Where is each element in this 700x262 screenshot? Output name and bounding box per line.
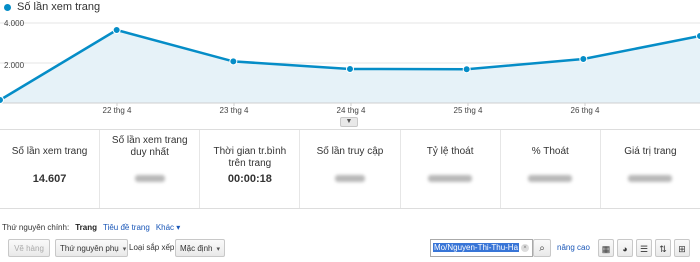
x-tick-label: 24 thg 4: [336, 106, 366, 115]
redacted-value: [134, 175, 165, 182]
x-tick-label: 22 thg 4: [102, 106, 132, 115]
data-point[interactable]: [696, 32, 700, 40]
search-input-value: Mo/Nguyen-Thi-Thu-Ha: [433, 243, 520, 252]
metric-page-value[interactable]: Giá trị trang: [601, 130, 700, 208]
chart-svg: [0, 22, 700, 106]
y-tick-label: 2.000: [4, 61, 25, 70]
data-point[interactable]: [579, 55, 588, 63]
metric-value-redacted: [300, 173, 399, 185]
chevron-down-icon: ▾: [216, 246, 220, 253]
data-point[interactable]: [0, 96, 4, 104]
metric-value-redacted: [601, 173, 700, 185]
metric-label: Số lần truy cập: [316, 146, 384, 157]
x-tick-label: 26 thg 4: [570, 106, 600, 115]
line-chart: Số lần xem trang 4.000 2.000 22 thg 4 23…: [0, 0, 700, 120]
chevron-down-icon: ▾: [176, 223, 181, 232]
data-point[interactable]: [229, 57, 238, 66]
bar-list-icon: ☰: [639, 244, 649, 254]
redacted-value: [628, 175, 673, 182]
x-tick-label: 23 thg 4: [219, 106, 249, 115]
metric-avg-time-on-page[interactable]: Thời gian tr.bình trên trang 00:00:18: [200, 130, 301, 208]
search-button[interactable]: ⌕: [533, 239, 551, 257]
legend-dot-icon: [4, 3, 11, 11]
metric-label: Thời gian tr.bình trên trang: [213, 146, 287, 169]
legend-label: Số lần xem trang: [17, 1, 101, 13]
sort-type-value: Mặc định: [180, 244, 213, 253]
redacted-value: [528, 175, 573, 182]
metrics-summary: Số lần xem trang 14.607 Số lần xem trang…: [0, 129, 700, 209]
metric-label: Số lần xem trang duy nhất: [111, 135, 188, 158]
metric-visits[interactable]: Số lần truy cập: [300, 130, 401, 208]
metric-bounce-rate[interactable]: Tỷ lệ thoát: [401, 130, 501, 208]
percentage-pie-view-button[interactable]: ◕: [617, 239, 633, 257]
metric-value-redacted: [501, 173, 600, 185]
search-icon: ⌕: [539, 243, 545, 254]
redacted-value: [428, 175, 473, 182]
pie-chart-icon: ◕: [622, 244, 628, 254]
metric-label: % Thoát: [531, 146, 569, 157]
advanced-filter-link[interactable]: nâng cao: [557, 243, 590, 252]
metric-label: Tỷ lệ thoát: [426, 146, 474, 157]
metric-pageviews[interactable]: Số lần xem trang 14.607: [0, 130, 101, 208]
chart-collapse-handle[interactable]: ▼: [340, 117, 358, 127]
dimension-option-page-title[interactable]: Tiêu đề trang: [103, 223, 150, 232]
table-search-input[interactable]: Mo/Nguyen-Thi-Thu-Ha ×: [430, 239, 533, 257]
metric-unique-pageviews[interactable]: Số lần xem trang duy nhất: [100, 130, 201, 208]
redacted-value: [334, 175, 365, 182]
table-view-icon: ▦: [601, 244, 611, 254]
pivot-view-button[interactable]: ⊞: [674, 239, 690, 257]
metric-label: Giá trị trang: [624, 146, 677, 157]
chart-legend[interactable]: Số lần xem trang: [4, 1, 100, 13]
secondary-dimension-label: Thứ nguyên phụ: [60, 244, 119, 253]
data-point[interactable]: [112, 26, 121, 34]
x-tick-label: 25 thg 4: [453, 106, 483, 115]
metric-value-redacted: [401, 173, 500, 185]
dimension-other-label: Khác: [155, 223, 175, 232]
sort-type-label: Loại sắp xếp:: [129, 243, 177, 252]
comparison-view-button[interactable]: ⇅: [655, 239, 671, 257]
performance-bar-view-button[interactable]: ☰: [636, 239, 652, 257]
data-point[interactable]: [462, 65, 471, 74]
data-table-view-button[interactable]: ▦: [598, 239, 614, 257]
data-point[interactable]: [346, 65, 354, 73]
metric-value: 14.607: [32, 173, 67, 185]
metric-value: 00:00:18: [227, 173, 272, 185]
metric-label: Số lần xem trang: [11, 146, 88, 157]
chevron-down-icon: ▾: [122, 246, 127, 253]
primary-dimension-row: Thứ nguyên chính: Trang Tiêu đề trang Kh…: [2, 223, 180, 232]
primary-dimension-label: Thứ nguyên chính:: [2, 223, 70, 232]
pivot-icon: ⊞: [678, 244, 686, 254]
plot-rows-button[interactable]: Vẽ hàng: [8, 239, 50, 257]
clear-icon[interactable]: ×: [521, 244, 529, 252]
metric-exit-percent[interactable]: % Thoát: [501, 130, 601, 208]
dimension-option-page[interactable]: Trang: [75, 223, 97, 232]
dimension-option-other[interactable]: Khác ▾: [156, 223, 180, 232]
metric-value-redacted: [100, 173, 199, 185]
y-tick-label: 4.000: [4, 19, 25, 28]
sort-type-dropdown[interactable]: Mặc định ▾: [175, 239, 225, 257]
comparison-icon: ⇅: [659, 244, 667, 254]
secondary-dimension-dropdown[interactable]: Thứ nguyên phụ ▾: [55, 239, 128, 257]
table-toolbar: Vẽ hàng Thứ nguyên phụ ▾ Loại sắp xếp: Mặ…: [2, 239, 698, 259]
